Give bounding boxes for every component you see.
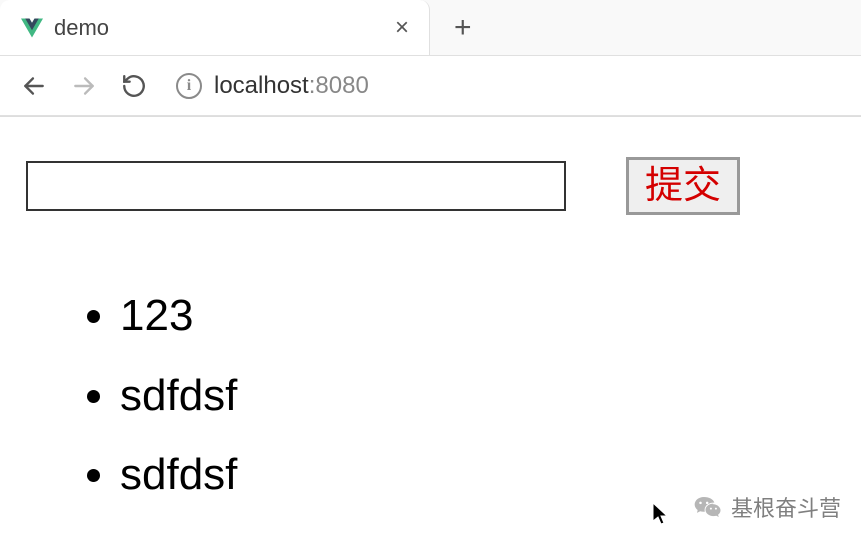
tab-close-icon[interactable]: ×	[389, 14, 415, 42]
new-tab-icon[interactable]: +	[430, 11, 496, 45]
tab-bar: demo × +	[0, 0, 861, 56]
tab-title: demo	[54, 15, 379, 41]
cursor-icon	[651, 501, 671, 527]
site-info-icon[interactable]: i	[176, 73, 202, 99]
text-input[interactable]	[26, 161, 566, 211]
reload-icon[interactable]	[120, 72, 148, 100]
nav-bar: i localhost:8080	[0, 56, 861, 116]
vue-favicon-icon	[20, 16, 44, 40]
form-row: 提交	[20, 137, 841, 215]
watermark-text: 基根奋斗营	[731, 491, 841, 523]
back-icon[interactable]	[20, 72, 48, 100]
watermark: 基根奋斗营	[693, 491, 841, 523]
list-item: sdfdsf	[120, 365, 841, 427]
submit-button[interactable]: 提交	[626, 157, 740, 215]
item-list: 123 sdfdsf sdfdsf	[20, 285, 841, 506]
page-content: 提交 123 sdfdsf sdfdsf	[0, 117, 861, 506]
url-text: localhost:8080	[214, 72, 369, 100]
list-item: 123	[120, 285, 841, 347]
url-port: :8080	[309, 72, 369, 99]
url-host: localhost	[214, 72, 309, 99]
wechat-icon	[693, 492, 723, 522]
forward-icon[interactable]	[70, 72, 98, 100]
address-bar[interactable]: i localhost:8080	[170, 72, 841, 100]
browser-tab[interactable]: demo ×	[0, 0, 430, 55]
browser-chrome: demo × + i localhost:8080	[0, 0, 861, 117]
